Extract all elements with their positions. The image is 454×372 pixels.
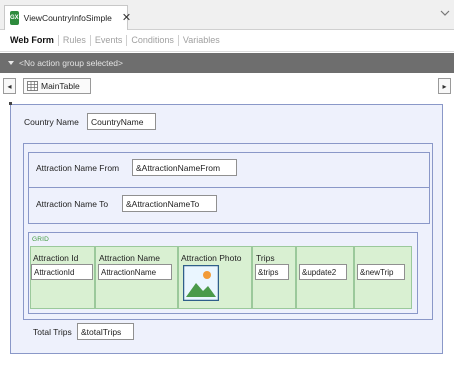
total-trips-field[interactable]: &totalTrips [77, 323, 134, 340]
action-group-selector[interactable]: <No action group selected> [0, 53, 454, 73]
document-tab[interactable]: GX ViewCountryInfoSimple ✕ [4, 5, 131, 30]
tab-conditions[interactable]: Conditions [127, 35, 179, 46]
dropdown-arrow-icon [8, 61, 14, 65]
document-tab-bar: GX ViewCountryInfoSimple ✕ [0, 0, 454, 30]
grid-header-attraction-name: Attraction Name [99, 253, 160, 263]
tab-events[interactable]: Events [91, 35, 128, 46]
attraction-from-field[interactable]: &AttractionNameFrom [132, 159, 237, 176]
document-tab-title: ViewCountryInfoSimple [23, 13, 112, 23]
chevron-down-icon[interactable] [440, 8, 450, 18]
grid-side-strip [417, 232, 430, 314]
country-name-label: Country Name [24, 117, 79, 127]
grid-header-attraction-id: Attraction Id [33, 253, 79, 263]
attraction-to-label: Attraction Name To [36, 199, 109, 209]
breadcrumb-main-table[interactable]: MainTable [23, 78, 91, 94]
grid-header-attraction-photo: Attraction Photo [181, 253, 242, 263]
grid-label: GRID [32, 236, 50, 243]
close-icon[interactable]: ✕ [122, 12, 131, 24]
editor-sub-tabs: Web Form Rules Events Conditions Variabl… [0, 30, 454, 52]
nav-right-button[interactable]: ▸ [438, 78, 451, 94]
image-placeholder-icon[interactable] [183, 265, 219, 301]
country-name-field[interactable]: CountryName [87, 113, 156, 130]
attraction-from-label: Attraction Name From [36, 163, 120, 173]
attraction-name-field[interactable]: AttractionName [98, 264, 172, 280]
grid-header-trips: Trips [256, 253, 275, 263]
tab-variables[interactable]: Variables [179, 35, 224, 46]
genexus-object-icon: GX [10, 11, 19, 25]
tab-web-form[interactable]: Web Form [10, 35, 59, 46]
filter-divider [28, 187, 430, 188]
tab-rules[interactable]: Rules [59, 35, 91, 46]
breadcrumb-label: MainTable [41, 81, 80, 91]
attraction-to-field[interactable]: &AttractionNameTo [122, 195, 217, 212]
total-trips-label: Total Trips [33, 327, 72, 337]
selection-handle[interactable] [9, 102, 12, 105]
update-field[interactable]: &update2 [299, 264, 347, 280]
breadcrumb-bar: ◂ MainTable ▸ [0, 75, 454, 97]
table-icon [27, 81, 38, 91]
action-group-placeholder: <No action group selected> [19, 58, 123, 68]
attraction-id-field[interactable]: AttractionId [31, 264, 93, 280]
new-trip-field[interactable]: &newTrip [357, 264, 405, 280]
nav-left-button[interactable]: ◂ [3, 78, 16, 94]
trips-field[interactable]: &trips [255, 264, 289, 280]
